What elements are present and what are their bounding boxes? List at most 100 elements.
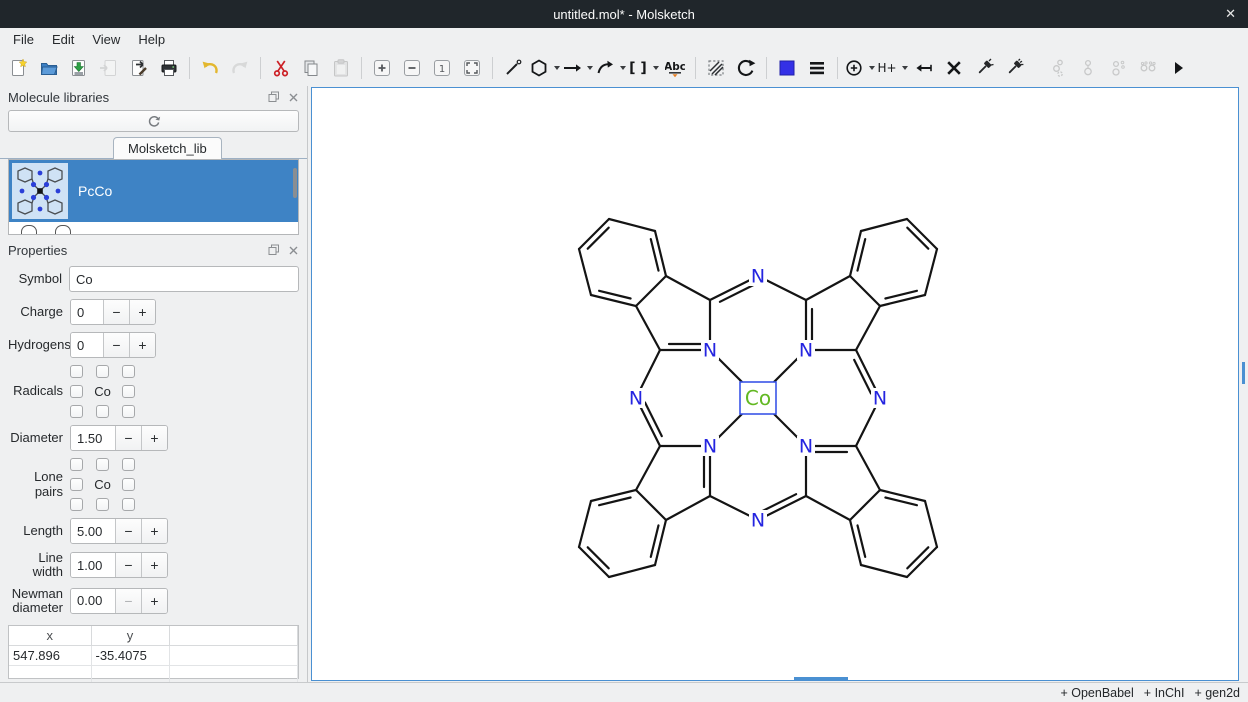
newman-increment-button[interactable]: + bbox=[141, 589, 167, 613]
nitrogen-atom-label[interactable]: N bbox=[703, 340, 717, 362]
bond[interactable] bbox=[861, 219, 907, 231]
charge-tool[interactable] bbox=[844, 54, 875, 82]
bond[interactable] bbox=[806, 496, 850, 520]
line-width-decrement-button[interactable]: − bbox=[115, 553, 141, 577]
bond[interactable] bbox=[579, 501, 591, 547]
diameter-value[interactable]: 1.50 bbox=[71, 426, 115, 450]
undo-button[interactable] bbox=[196, 54, 224, 82]
coords-cell-y[interactable]: -35.4075 bbox=[91, 645, 169, 665]
radical-checkbox-6[interactable] bbox=[70, 405, 83, 418]
nitrogen-atom-label[interactable]: N bbox=[703, 436, 717, 458]
bond[interactable] bbox=[907, 547, 937, 577]
hatch-tool[interactable] bbox=[702, 54, 730, 82]
toolbar-extension-button[interactable] bbox=[1164, 54, 1192, 82]
bond[interactable] bbox=[655, 520, 666, 565]
hydrogens-increment-button[interactable]: + bbox=[129, 333, 155, 357]
diameter-increment-button[interactable]: + bbox=[141, 426, 167, 450]
connect-tool[interactable] bbox=[910, 54, 938, 82]
menu-item-view[interactable]: View bbox=[83, 30, 129, 49]
bond[interactable] bbox=[636, 276, 666, 306]
diameter-decrement-button[interactable]: − bbox=[115, 426, 141, 450]
bond[interactable] bbox=[636, 446, 660, 490]
menu-item-help[interactable]: Help bbox=[129, 30, 174, 49]
hydrogens-decrement-button[interactable]: − bbox=[103, 333, 129, 357]
dropdown-arrow-icon[interactable] bbox=[869, 66, 875, 70]
library-item-partial[interactable] bbox=[9, 222, 298, 234]
bond[interactable] bbox=[579, 249, 591, 295]
bond[interactable] bbox=[655, 231, 666, 276]
bond[interactable] bbox=[907, 219, 937, 249]
float-panel-icon[interactable] bbox=[268, 244, 280, 256]
radical-checkbox-1[interactable] bbox=[96, 365, 109, 378]
text-tool[interactable]: Abc bbox=[661, 54, 689, 82]
radical-checkbox-5[interactable] bbox=[122, 385, 135, 398]
library-refresh-button[interactable] bbox=[8, 110, 299, 132]
bond[interactable] bbox=[856, 306, 880, 350]
radical-checkbox-0[interactable] bbox=[70, 365, 83, 378]
bond[interactable] bbox=[666, 276, 710, 300]
hydrogen-tool[interactable]: H+ bbox=[877, 54, 908, 82]
nitrogen-atom-label[interactable]: N bbox=[799, 340, 813, 362]
zoom-in-button[interactable] bbox=[368, 54, 396, 82]
charge-increment-button[interactable]: + bbox=[129, 300, 155, 324]
radical-checkbox-3[interactable] bbox=[70, 385, 83, 398]
window-close-button[interactable]: ✕ bbox=[1225, 0, 1236, 28]
cut-button[interactable] bbox=[267, 54, 295, 82]
dropdown-arrow-icon[interactable] bbox=[620, 66, 626, 70]
bond[interactable] bbox=[880, 490, 925, 501]
copy-button[interactable] bbox=[297, 54, 325, 82]
dropdown-arrow-icon[interactable] bbox=[653, 66, 659, 70]
new-file-button[interactable] bbox=[5, 54, 33, 82]
bond[interactable] bbox=[636, 490, 666, 520]
coords-cell-x[interactable]: 547.896 bbox=[9, 645, 91, 665]
dropdown-arrow-icon[interactable] bbox=[587, 66, 593, 70]
nitrogen-atom-label[interactable]: N bbox=[629, 388, 643, 410]
length-increment-button[interactable]: + bbox=[141, 519, 167, 543]
line-width-button[interactable] bbox=[803, 54, 831, 82]
zoom-fit-button[interactable] bbox=[458, 54, 486, 82]
menu-item-file[interactable]: File bbox=[4, 30, 43, 49]
length-value[interactable]: 5.00 bbox=[71, 519, 115, 543]
bond[interactable] bbox=[880, 295, 925, 306]
bond[interactable] bbox=[850, 490, 880, 520]
horizontal-scrollbar-handle[interactable] bbox=[794, 677, 848, 680]
bond[interactable] bbox=[609, 219, 655, 231]
charge-value[interactable]: 0 bbox=[71, 300, 103, 324]
line-width-increment-button[interactable]: + bbox=[141, 553, 167, 577]
lone-pair-checkbox-1[interactable] bbox=[96, 458, 109, 471]
bond[interactable] bbox=[925, 249, 937, 295]
mechanism-arrow-tool[interactable] bbox=[595, 54, 626, 82]
radical-checkbox-2[interactable] bbox=[122, 365, 135, 378]
radical-checkbox-8[interactable] bbox=[122, 405, 135, 418]
drawing-canvas[interactable]: NNNNNNNNCo bbox=[311, 87, 1239, 681]
close-panel-icon[interactable] bbox=[288, 92, 299, 103]
bond[interactable] bbox=[806, 276, 850, 300]
save-file-button[interactable] bbox=[65, 54, 93, 82]
nitrogen-atom-label[interactable]: N bbox=[751, 510, 765, 532]
draw-bond-tool[interactable] bbox=[499, 54, 527, 82]
ring-tool[interactable] bbox=[529, 54, 560, 82]
bond[interactable] bbox=[856, 446, 880, 490]
bracket-tool[interactable]: [ ] bbox=[628, 54, 659, 82]
bond[interactable] bbox=[591, 490, 636, 501]
bond[interactable] bbox=[861, 565, 907, 577]
open-file-button[interactable] bbox=[35, 54, 63, 82]
hydrogens-value[interactable]: 0 bbox=[71, 333, 103, 357]
lone-pair-checkbox-6[interactable] bbox=[70, 498, 83, 511]
vertical-scrollbar-handle[interactable] bbox=[1242, 362, 1245, 384]
bond[interactable] bbox=[666, 496, 710, 520]
nitrogen-atom-label[interactable]: N bbox=[751, 266, 765, 288]
float-panel-icon[interactable] bbox=[268, 91, 280, 103]
lone-pair-checkbox-0[interactable] bbox=[70, 458, 83, 471]
menu-item-edit[interactable]: Edit bbox=[43, 30, 83, 49]
reaction-arrow-tool[interactable] bbox=[562, 54, 593, 82]
newman-diameter-value[interactable]: 0.00 bbox=[71, 589, 115, 613]
cobalt-atom-label[interactable]: Co bbox=[745, 386, 771, 410]
bond[interactable] bbox=[850, 276, 880, 306]
zoom-original-button[interactable]: 1 bbox=[428, 54, 456, 82]
lone-pair-checkbox-7[interactable] bbox=[96, 498, 109, 511]
bond[interactable] bbox=[850, 231, 861, 276]
dropdown-arrow-icon[interactable] bbox=[554, 66, 560, 70]
zoom-out-button[interactable] bbox=[398, 54, 426, 82]
charge-decrement-button[interactable]: − bbox=[103, 300, 129, 324]
